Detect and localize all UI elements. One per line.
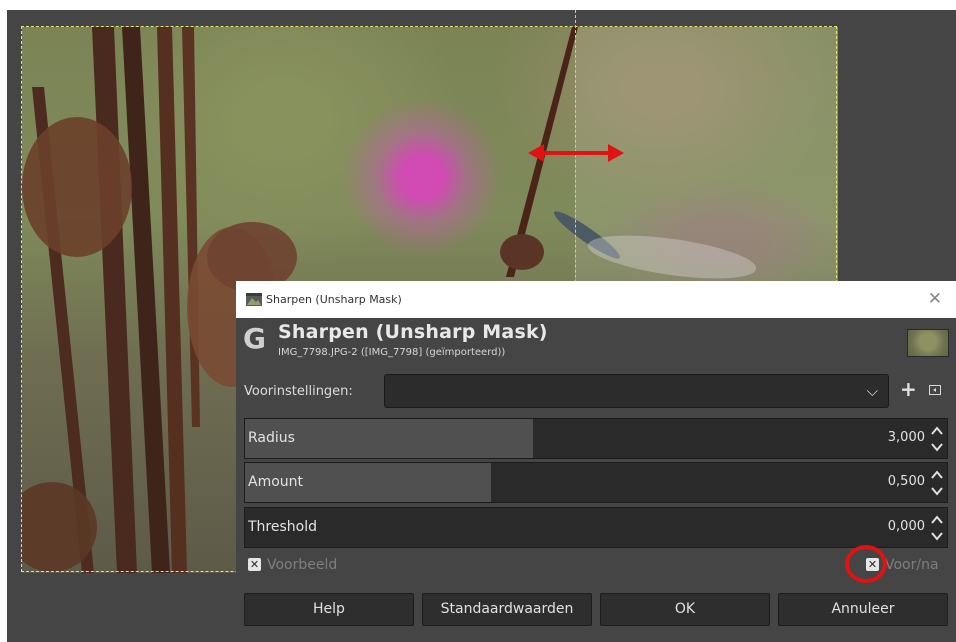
preset-menu-icon[interactable] bbox=[929, 385, 941, 395]
split-view-label: Voor/na bbox=[885, 557, 939, 573]
double-arrow-icon bbox=[528, 144, 624, 162]
sharpen-dialog: Sharpen (Unsharp Mask) ✕ G Sharpen (Unsh… bbox=[236, 281, 956, 642]
dialog-subheading: IMG_7798.JPG-2 ([IMG_7798] (geïmporteerd… bbox=[278, 347, 506, 358]
checkbox-checked-icon: ✕ bbox=[248, 558, 261, 571]
amount-label: Amount bbox=[248, 474, 304, 490]
dialog-titlebar[interactable]: Sharpen (Unsharp Mask) ✕ bbox=[236, 281, 956, 318]
gimp-g-icon: G bbox=[243, 322, 266, 355]
presets-dropdown[interactable]: ⌵ bbox=[384, 374, 889, 408]
ok-button[interactable]: OK bbox=[600, 593, 770, 626]
cancel-button[interactable]: Annuleer bbox=[778, 593, 948, 626]
amount-value[interactable]: 0,500 bbox=[888, 474, 925, 489]
dialog-heading: Sharpen (Unsharp Mask) bbox=[278, 321, 548, 343]
threshold-slider[interactable]: Threshold 0,000 bbox=[244, 507, 948, 548]
preview-checkbox[interactable]: ✕ Voorbeeld bbox=[248, 557, 368, 575]
radius-spinner-icon[interactable] bbox=[929, 422, 945, 456]
highlight-circle-annotation bbox=[845, 545, 887, 583]
radius-slider[interactable]: Radius 3,000 bbox=[244, 418, 948, 459]
help-button[interactable]: Help bbox=[244, 593, 414, 626]
dialog-header: G Sharpen (Unsharp Mask) IMG_7798.JPG-2 … bbox=[236, 321, 956, 365]
dialog-window-title: Sharpen (Unsharp Mask) bbox=[266, 293, 402, 306]
add-preset-button[interactable]: + bbox=[900, 379, 917, 399]
preview-label: Voorbeeld bbox=[267, 557, 338, 573]
reset-defaults-button[interactable]: Standaardwaarden bbox=[422, 593, 592, 626]
amount-slider[interactable]: Amount 0,500 bbox=[244, 462, 948, 503]
image-thumbnail bbox=[907, 329, 949, 357]
image-app-icon bbox=[246, 293, 262, 306]
threshold-spinner-icon[interactable] bbox=[929, 511, 945, 545]
radius-label: Radius bbox=[248, 430, 295, 446]
presets-label: Voorinstellingen: bbox=[244, 384, 353, 399]
threshold-label: Threshold bbox=[248, 519, 317, 535]
radius-value[interactable]: 3,000 bbox=[888, 430, 925, 445]
chevron-down-icon: ⌵ bbox=[866, 382, 878, 400]
amount-spinner-icon[interactable] bbox=[929, 466, 945, 500]
close-icon[interactable]: ✕ bbox=[928, 281, 942, 318]
threshold-value[interactable]: 0,000 bbox=[888, 519, 925, 534]
